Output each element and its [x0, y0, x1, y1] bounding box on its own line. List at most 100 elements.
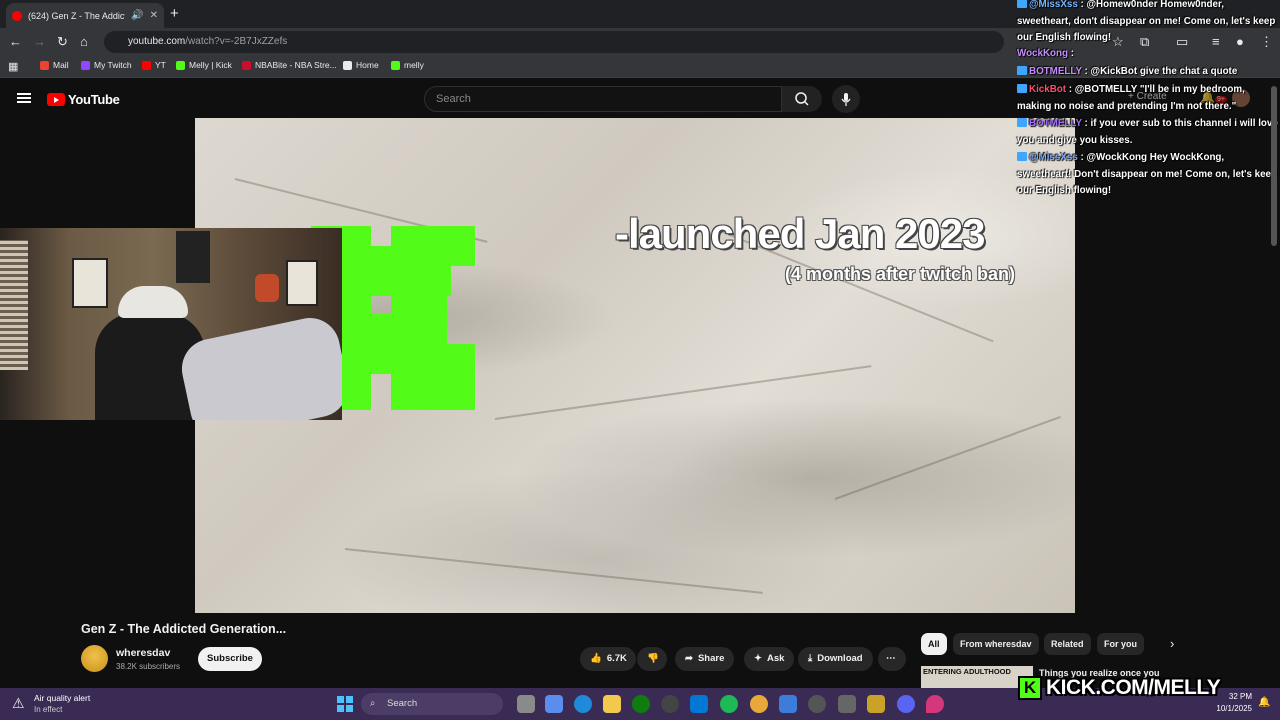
sub-badge-icon	[1017, 152, 1027, 161]
sub-badge-icon	[1017, 0, 1027, 8]
sub-badge-icon	[1017, 118, 1027, 127]
tab-audio-icon[interactable]: 🔊	[131, 10, 143, 21]
kick-icon	[176, 60, 185, 70]
chip-for-you[interactable]: For you	[1097, 633, 1144, 655]
microphone-icon	[841, 93, 851, 106]
bookmark-twitch[interactable]: My Twitch	[81, 60, 132, 70]
kick-logo-icon: K	[1018, 676, 1042, 700]
overlay-subline: (4 months after twitch ban)	[785, 264, 1016, 284]
notification-bell-icon[interactable]: 🔔	[1258, 697, 1270, 708]
related-thumbnail[interactable]: ENTERING ADULTHOOD	[921, 666, 1033, 688]
forward-icon[interactable]: →	[33, 34, 46, 50]
start-button[interactable]	[337, 696, 353, 712]
weather-widget[interactable]: Air quality alert In effect	[34, 693, 90, 714]
reload-icon[interactable]: ↻	[57, 34, 68, 50]
bookmark-kick[interactable]: Melly | Kick	[176, 60, 232, 70]
weather-alert-icon: ⚠	[12, 695, 25, 711]
paper-crease	[834, 415, 1061, 500]
youtube-favicon-icon	[12, 10, 22, 21]
discord-icon[interactable]	[897, 695, 915, 713]
chat-message: @MissXss : @WockKong Hey WockKong, sweet…	[1017, 152, 1277, 196]
stream-chat-overlay: @MissXss : @Homew0nder Homew0nder, sweet…	[1015, 0, 1280, 200]
task-view-icon[interactable]	[517, 695, 535, 713]
subscriber-count: 38.2K subscribers	[116, 662, 181, 671]
bookmark-home[interactable]: Home	[343, 60, 379, 70]
channel-name[interactable]: wheresdav	[116, 647, 170, 659]
channel-avatar[interactable]	[81, 645, 108, 672]
app-icon[interactable]	[867, 695, 885, 713]
app-icon[interactable]	[838, 695, 856, 713]
file-explorer-icon[interactable]	[603, 695, 621, 713]
nba-icon	[242, 60, 251, 70]
store-icon[interactable]	[690, 695, 708, 713]
download-button[interactable]: ⤓ Download	[798, 647, 873, 671]
thumbs-down-icon: 👎	[647, 653, 659, 664]
chrome-icon[interactable]	[750, 695, 768, 713]
bookmark-melly[interactable]: melly	[391, 60, 424, 70]
url-host: youtube.com	[128, 36, 186, 47]
browser-tab[interactable]: (624) Gen Z - The Addicted 🔊 ✕	[6, 3, 164, 28]
more-actions-button[interactable]: ⋯	[878, 647, 906, 671]
paper-crease	[344, 548, 763, 594]
search-button[interactable]	[782, 86, 822, 112]
sparkle-icon: ✦	[754, 653, 762, 664]
tab-close-icon[interactable]: ✕	[150, 10, 158, 21]
map-pin-icon[interactable]	[926, 695, 944, 713]
wall-poster	[286, 260, 318, 306]
copilot-icon[interactable]	[545, 695, 563, 713]
chip-related[interactable]: Related	[1044, 633, 1091, 655]
voice-search-button[interactable]	[832, 85, 860, 113]
chevron-right-icon[interactable]: ›	[1170, 636, 1174, 651]
chip-from-channel[interactable]: From wheresdav	[953, 633, 1039, 655]
streamer-hat	[118, 286, 188, 318]
apps-icon[interactable]: ▦	[8, 60, 18, 73]
edge-icon[interactable]	[574, 695, 592, 713]
paper-crease	[494, 365, 872, 420]
search-input[interactable]: Search	[424, 86, 782, 112]
youtube-logo[interactable]: YouTube	[47, 92, 120, 107]
bookmark-mail[interactable]: Mail	[40, 60, 69, 70]
thumbs-up-icon: 👍	[590, 653, 602, 664]
bookmark-yt[interactable]: YT	[142, 60, 166, 70]
ask-button[interactable]: ✦ Ask	[744, 647, 795, 671]
banner-text: KICK.COM/MELLY	[1046, 676, 1221, 699]
home-icon[interactable]: ⌂	[80, 34, 88, 50]
overlay-headline: -launched Jan 2023	[615, 210, 985, 257]
youtube-play-icon	[47, 93, 65, 106]
wall-poster	[176, 231, 210, 283]
steam-icon[interactable]	[661, 695, 679, 713]
share-button[interactable]: ➦ Share	[675, 647, 735, 671]
clock[interactable]: 32 PM 10/1/2025	[1216, 692, 1252, 713]
chip-all[interactable]: All	[921, 633, 947, 655]
photos-icon[interactable]	[779, 695, 797, 713]
more-icon: ⋯	[886, 653, 896, 664]
twitch-icon	[81, 60, 90, 70]
kick-icon	[391, 60, 400, 70]
youtube-icon	[142, 60, 151, 70]
blanket	[176, 312, 342, 420]
xbox-icon[interactable]	[632, 695, 650, 713]
figurine	[255, 274, 279, 302]
url-path: /watch?v=-2B7JxZZefs	[185, 36, 288, 47]
dislike-button[interactable]: 👎	[637, 647, 667, 671]
chat-message: WockKong :	[1017, 48, 1074, 59]
subscribe-button[interactable]: Subscribe	[198, 647, 262, 671]
address-bar[interactable]: youtube.com/watch?v=-2B7JxZZefs	[104, 31, 1004, 53]
media-player-icon[interactable]	[808, 695, 826, 713]
chat-message: @MissXss : @Homew0nder Homew0nder, sweet…	[1017, 0, 1276, 43]
spotify-icon[interactable]	[720, 695, 738, 713]
like-button[interactable]: 👍 6.7K	[580, 647, 636, 671]
hamburger-menu-icon[interactable]	[17, 93, 31, 103]
share-icon: ➦	[685, 653, 693, 664]
taskbar-search[interactable]: ⌕ Search	[361, 693, 503, 715]
back-icon[interactable]: ←	[9, 34, 22, 50]
bookmark-nbabite[interactable]: NBABite - NBA Stre...	[242, 60, 337, 70]
new-tab-icon[interactable]: +	[170, 5, 179, 22]
x-icon	[343, 60, 352, 70]
gmail-icon	[40, 60, 49, 70]
wall-poster	[72, 258, 108, 308]
page-scrollbar[interactable]	[1271, 86, 1277, 246]
sub-badge-icon	[1017, 84, 1027, 93]
download-icon: ⤓	[808, 653, 813, 664]
stream-url-banner: K KICK.COM/MELLY	[1018, 676, 1221, 700]
